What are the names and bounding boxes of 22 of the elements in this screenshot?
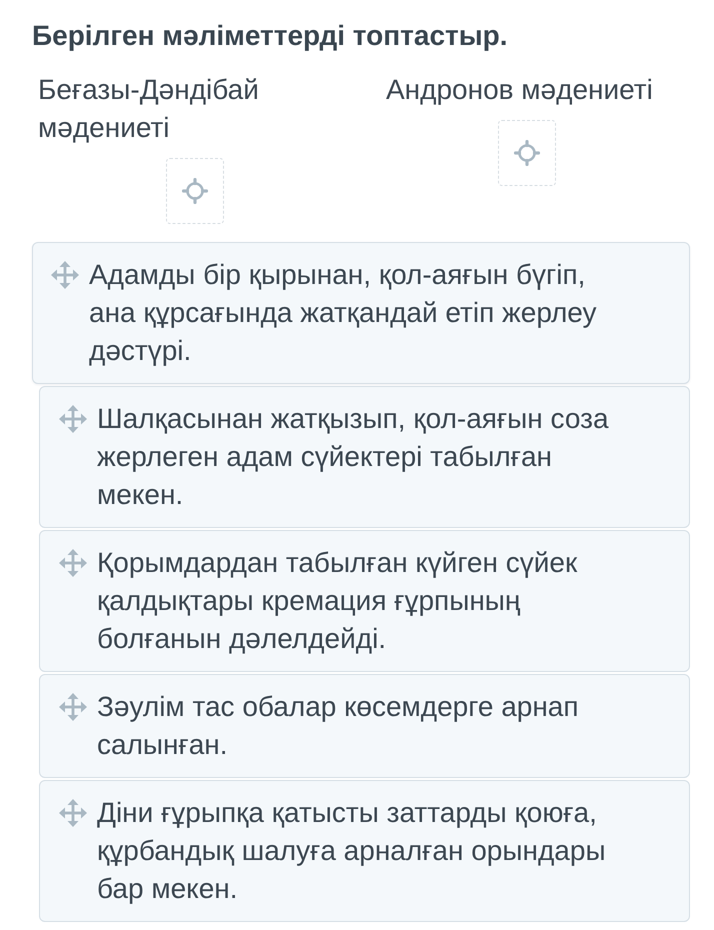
crosshair-icon [514, 140, 540, 166]
move-icon [59, 693, 87, 721]
draggable-answer-card[interactable]: Шалқасынан жатқызып, қол-аяғын соза жерлеген адам сүйектері табылған мекен. [39, 386, 690, 528]
draggable-answer-card[interactable]: Адамды бір қырынан, қол-аяғын бүгіп, ана құрсағында жатқандай етіп жерлеу дәстүрі. [32, 242, 690, 384]
question-title: Берілген мәліметтерді топтастыр. [32, 19, 508, 53]
category-label: Андронов мәдениеті [386, 73, 653, 107]
draggable-answer-card[interactable]: Қорымдардан табылған күйген сүйек қалдықтары кремация ғұрпының болғанын дәлелдейді. [39, 530, 690, 672]
card-text: Адамды бір қырынан, қол-аяғын бүгіп, ана құрсағында жатқандай етіп жерлеу дәстүрі. [89, 258, 598, 368]
category-label: Беғазы-Дәндібай мәдениеті [38, 73, 260, 145]
draggable-answer-card[interactable]: Діни ғұрыпқа қатысты заттарды қоюға, құрбандық шалуға арналған орындары бар мекен. [39, 780, 690, 922]
draggable-answer-card[interactable]: Зәулім тас обалар көсемдерге арнап салынған. [39, 674, 690, 778]
move-icon [51, 261, 79, 289]
move-icon [59, 799, 87, 827]
move-icon [59, 549, 87, 577]
card-text: Зәулім тас обалар көсемдерге арнап салынған. [97, 690, 580, 762]
drop-zone[interactable] [166, 158, 224, 224]
drop-zone[interactable] [498, 120, 556, 186]
card-text: Қорымдардан табылған күйген сүйек қалдықтары кремация ғұрпының болғанын дәлелдейді. [97, 546, 578, 656]
crosshair-icon [182, 178, 208, 204]
move-icon [59, 405, 87, 433]
card-text: Діни ғұрыпқа қатысты заттарды қоюға, құрбандық шалуға арналған орындары бар мекен. [97, 796, 607, 906]
card-text: Шалқасынан жатқызып, қол-аяғын соза жерлеген адам сүйектері табылған мекен. [97, 402, 610, 512]
